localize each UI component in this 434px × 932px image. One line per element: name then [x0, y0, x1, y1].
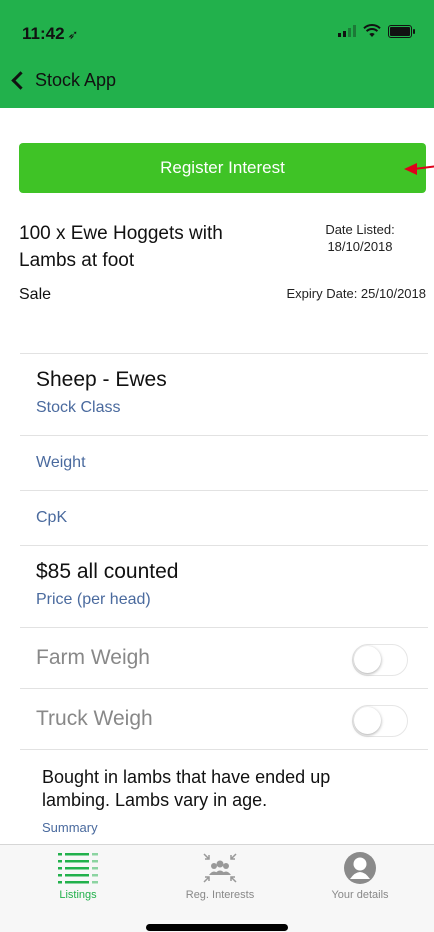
people-icon: [150, 847, 290, 889]
stock-class-label: Stock Class: [36, 399, 121, 416]
list-icon: [8, 847, 148, 889]
back-label: Stock App: [35, 70, 117, 90]
back-button[interactable]: Stock App: [8, 70, 116, 91]
register-interest-button[interactable]: Register Interest: [19, 143, 426, 193]
tab-listings[interactable]: Listings: [8, 847, 148, 901]
truck-weigh-toggle[interactable]: [352, 705, 408, 737]
chevron-left-icon: [11, 71, 30, 90]
price-value: $85 all counted: [36, 560, 179, 583]
toggle-knob: [354, 646, 381, 673]
farm-weigh-toggle[interactable]: [352, 644, 408, 676]
status-time: 11:42 ➶: [22, 24, 79, 43]
summary-text: Bought in lambs that have ended up lambi…: [42, 767, 331, 810]
signal-icon: [338, 25, 356, 37]
annotation-arrow-icon: [404, 163, 434, 175]
price-row: $85 all counted Price (per head): [20, 545, 428, 627]
app-header: 11:42 ➶ Stock App: [0, 0, 434, 108]
home-indicator: [146, 924, 288, 931]
stock-class-row: Sheep - Ewes Stock Class: [20, 353, 428, 435]
date-listed: Date Listed: 18/10/2018: [325, 222, 395, 254]
summary-label: Summary: [42, 820, 98, 835]
farm-weigh-label: Farm Weigh: [36, 646, 150, 669]
tab-your-details-label: Your details: [331, 889, 389, 901]
location-arrow-icon: ➶: [67, 27, 79, 42]
cpk-row[interactable]: CpK: [20, 490, 428, 545]
wifi-icon: [363, 24, 381, 37]
toggle-knob: [354, 707, 381, 734]
tab-bar: Listings Reg. Interests Your details: [0, 844, 434, 932]
cpk-label: CpK: [36, 509, 68, 526]
truck-weigh-label: Truck Weigh: [36, 707, 153, 730]
truck-weigh-row: Truck Weigh: [20, 688, 428, 750]
price-label: Price (per head): [36, 591, 151, 608]
weight-row[interactable]: Weight: [20, 435, 428, 490]
details-list: Sheep - Ewes Stock Class Weight CpK $85 …: [20, 353, 428, 750]
weight-label: Weight: [36, 454, 86, 471]
tab-reg-interests-label: Reg. Interests: [185, 889, 255, 901]
user-icon: [290, 847, 430, 889]
farm-weigh-row: Farm Weigh: [20, 627, 428, 688]
stock-class-value: Sheep - Ewes: [36, 368, 167, 391]
listing-title: 100 x Ewe Hoggets with Lambs at foot: [19, 223, 223, 271]
tab-your-details[interactable]: Your details: [290, 847, 430, 901]
tab-listings-label: Listings: [59, 889, 97, 901]
status-icons: [338, 24, 415, 38]
tab-reg-interests[interactable]: Reg. Interests: [150, 847, 290, 901]
expiry-date: Expiry Date: 25/10/2018: [286, 286, 426, 301]
listing-type: Sale: [19, 286, 52, 303]
battery-icon: [388, 24, 415, 38]
